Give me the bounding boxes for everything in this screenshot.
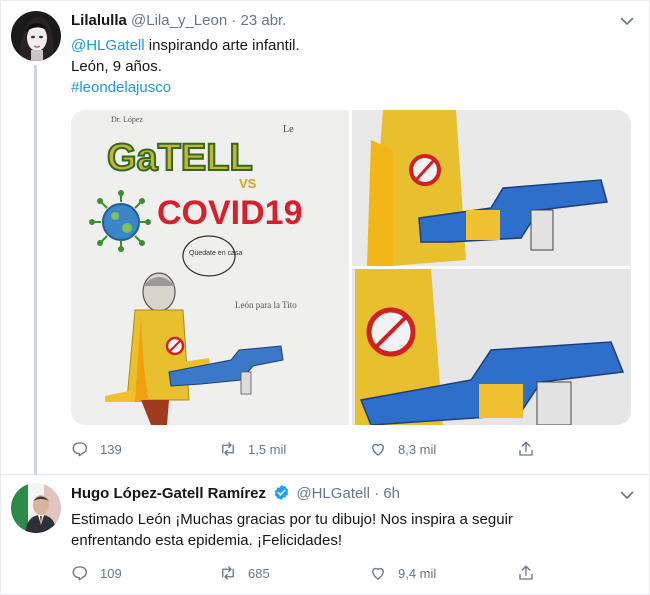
author-handle[interactable]: @HLGatell [296,485,370,502]
tweet-text-line-1-rest: inspirando arte infantil. [144,37,300,54]
photo-detail-bottom[interactable] [352,269,631,425]
photo-detail-top[interactable] [352,110,631,266]
tweet-actions: 109 685 9,4 mil [71,563,571,583]
verified-badge-icon [274,485,289,500]
like-icon [372,443,384,456]
reply-count: 139 [100,441,122,457]
retweet-icon [222,566,234,580]
share-icon [519,441,533,456]
hashtag-link[interactable]: #leondelajusco [71,79,171,96]
drawing-signature: León para la Tito [235,300,297,310]
tweet-header: Lilalulla @Lila_y_Leon · 23 abr. [71,11,611,31]
retweet-button[interactable]: 685 [219,563,270,583]
retweet-count: 685 [248,565,270,581]
retweet-icon [222,442,234,456]
tweet-hlgatell[interactable]: Hugo López-Gatell Ramírez @HLGatell · 6h… [1,475,650,595]
tweet-text-line-2: León, 9 años. [71,58,162,75]
tweet-timestamp[interactable]: 23 abr. [241,12,287,29]
reply-button[interactable]: 139 [71,439,122,459]
tweet-header: Hugo López-Gatell Ramírez @HLGatell · 6h [71,484,611,504]
reply-count: 109 [100,565,122,581]
avatar-lilalulla[interactable] [11,11,61,61]
drawing-photos: Dr. López Le GaTELL VS COVID19 Quedate e… [71,110,631,425]
reply-icon [72,442,87,457]
share-button[interactable] [517,439,546,459]
drawing-virus [89,190,151,252]
tweet-text: @HLGatell inspirando arte infantil. León… [71,35,631,98]
photo-full-drawing[interactable]: Dr. López Le GaTELL VS COVID19 Quedate e… [71,110,349,425]
author-name[interactable]: Lilalulla [71,12,127,29]
tweet-lilalulla[interactable]: Lilalulla @Lila_y_Leon · 23 abr. @HLGate… [1,1,650,475]
chevron-down-icon[interactable] [619,13,635,29]
avatar-hlgatell[interactable] [11,483,61,533]
drawing-corner-mark: Le [283,124,294,135]
tweet-timestamp[interactable]: 6h [383,485,400,502]
tweet-text-line-2: enfrentando esta epidemia. ¡Felicidades! [71,532,342,549]
tweet-text: Estimado León ¡Muchas gracias por tu dib… [71,509,631,551]
share-icon [519,565,533,580]
separator-dot: · [231,12,237,29]
reply-icon [72,566,87,581]
retweet-count: 1,5 mil [248,441,287,457]
reply-button[interactable]: 109 [71,563,122,583]
author-name[interactable]: Hugo López-Gatell Ramírez [71,485,266,502]
drawing-speech-text: Quedate en casa [189,250,242,257]
drawing-vs: VS [239,176,257,191]
author-handle[interactable]: @Lila_y_Leon [131,12,227,29]
like-count: 8,3 mil [398,441,437,457]
media-grid[interactable]: Dr. López Le GaTELL VS COVID19 Quedate e… [71,110,631,425]
drawing-covid-text: COVID19 [157,194,303,232]
tweet-text-line-1: @HLGatell inspirando arte infantil. [71,35,631,56]
share-button[interactable] [517,563,546,583]
retweet-button[interactable]: 1,5 mil [219,439,286,459]
separator-dot: · [374,485,380,502]
avatar-hlgatell-image [11,483,61,533]
like-button[interactable]: 8,3 mil [369,439,436,459]
tweet-text-line-1: Estimado León ¡Muchas gracias por tu dib… [71,511,513,528]
like-button[interactable]: 9,4 mil [369,563,436,583]
mention-link[interactable]: @HLGatell [71,37,145,54]
timeline: Lilalulla @Lila_y_Leon · 23 abr. @HLGate… [0,0,650,595]
avatar-lilalulla-image [11,11,61,61]
drawing-top-note: Dr. López [111,115,143,124]
like-icon [372,567,384,580]
thread-connector [34,65,37,475]
drawing-title-gatell: GaTELL [107,137,253,179]
chevron-down-icon[interactable] [619,487,635,503]
tweet-actions: 139 1,5 mil 8,3 mil [71,439,571,459]
like-count: 9,4 mil [398,565,437,581]
